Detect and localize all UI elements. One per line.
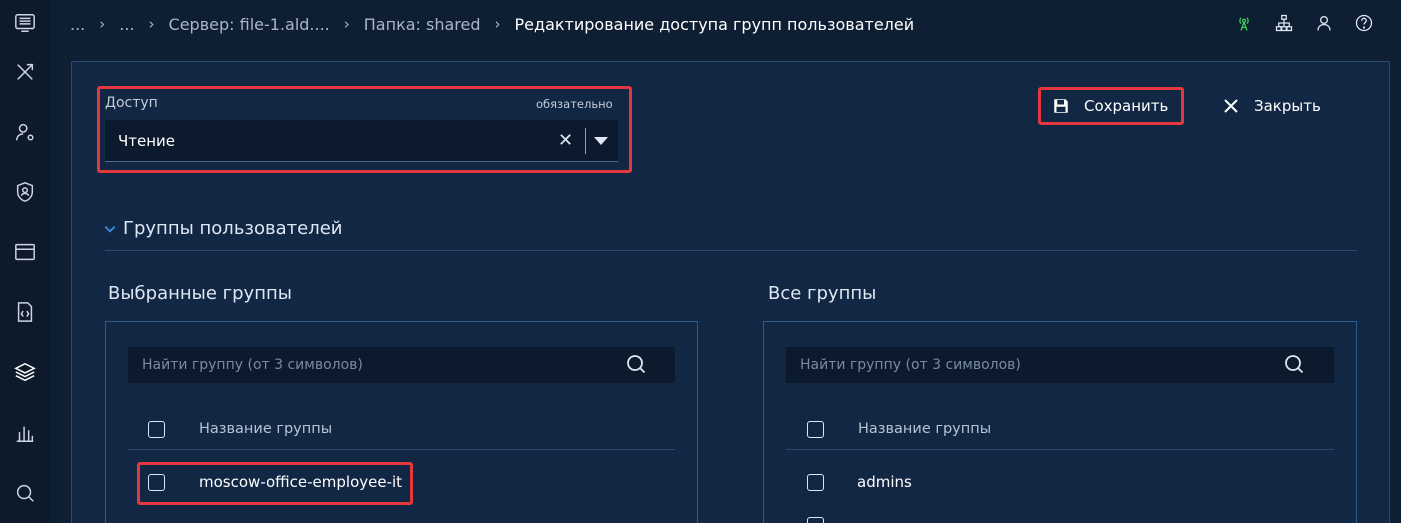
- sidebar: [0, 0, 50, 523]
- all-groups-title: Все группы: [768, 283, 877, 304]
- select-divider: [585, 128, 586, 154]
- topbar: ... › ... › Сервер: file-1.ald.... › Пап…: [50, 0, 1401, 48]
- select-all-checkbox[interactable]: [807, 421, 824, 438]
- chevron-down-icon[interactable]: [594, 137, 608, 145]
- breadcrumb-item-server[interactable]: Сервер: file-1.ald....: [169, 15, 330, 34]
- help-icon[interactable]: [1353, 12, 1375, 34]
- access-label: Доступ: [105, 95, 158, 111]
- breadcrumb-separator: ›: [343, 15, 350, 33]
- access-select[interactable]: Чтение ✕: [105, 120, 618, 162]
- close-button[interactable]: Закрыть: [1222, 90, 1332, 122]
- page-title: Редактирование доступа групп пользовател…: [514, 14, 915, 34]
- user-settings-icon[interactable]: [13, 120, 37, 144]
- layers-icon[interactable]: [13, 360, 37, 384]
- antenna-status-icon[interactable]: [1233, 12, 1255, 34]
- code-file-icon[interactable]: [13, 300, 37, 324]
- select-all-checkbox[interactable]: [148, 421, 165, 438]
- network-icon[interactable]: [1273, 12, 1295, 34]
- table-row[interactable]: moscow-office-employee-it: [199, 473, 402, 491]
- section-divider: [105, 250, 1357, 251]
- close-icon: [1224, 99, 1238, 113]
- chevron-down-icon: [104, 225, 116, 233]
- search-zoom-icon[interactable]: [13, 481, 37, 505]
- clear-icon[interactable]: ✕: [558, 130, 573, 151]
- bar-chart-icon[interactable]: [13, 421, 37, 445]
- close-button-label: Закрыть: [1254, 97, 1321, 115]
- breadcrumb-separator: ›: [99, 15, 106, 33]
- breadcrumb-item[interactable]: ...: [70, 15, 85, 34]
- row-checkbox[interactable]: [807, 517, 824, 523]
- user-icon[interactable]: [1313, 12, 1335, 34]
- save-icon: [1054, 99, 1068, 113]
- breadcrumb: ... › ... › Сервер: file-1.ald.... › Пап…: [70, 15, 914, 34]
- save-button[interactable]: Сохранить: [1041, 90, 1181, 122]
- breadcrumb-separator: ›: [148, 15, 155, 33]
- search-icon[interactable]: [1283, 353, 1307, 377]
- column-header-name: Название группы: [199, 421, 333, 437]
- breadcrumb-item-folder[interactable]: Папка: shared: [364, 15, 481, 34]
- window-icon[interactable]: [13, 240, 37, 264]
- header-divider: [786, 449, 1334, 450]
- column-header-name: Название группы: [858, 421, 992, 437]
- search-icon[interactable]: [625, 353, 649, 377]
- access-select-value: Чтение: [118, 132, 176, 150]
- top-icons: [1233, 12, 1375, 34]
- breadcrumb-separator: ›: [494, 15, 501, 33]
- row-checkbox[interactable]: [148, 474, 165, 491]
- selected-groups-search-input[interactable]: [128, 347, 675, 383]
- section-title: Группы пользователей: [123, 218, 343, 239]
- tools-icon[interactable]: [13, 60, 37, 84]
- save-button-label: Сохранить: [1084, 97, 1169, 115]
- shield-user-icon[interactable]: [13, 180, 37, 204]
- all-groups-search-input[interactable]: [786, 347, 1334, 383]
- selected-groups-title: Выбранные группы: [108, 283, 292, 304]
- required-hint: обязательно: [536, 97, 613, 111]
- header-divider: [128, 449, 675, 450]
- row-checkbox[interactable]: [807, 474, 824, 491]
- table-row[interactable]: admins: [857, 473, 912, 491]
- breadcrumb-item[interactable]: ...: [119, 15, 134, 34]
- app-logo-icon[interactable]: [13, 11, 37, 35]
- groups-section-toggle[interactable]: Группы пользователей: [103, 218, 342, 239]
